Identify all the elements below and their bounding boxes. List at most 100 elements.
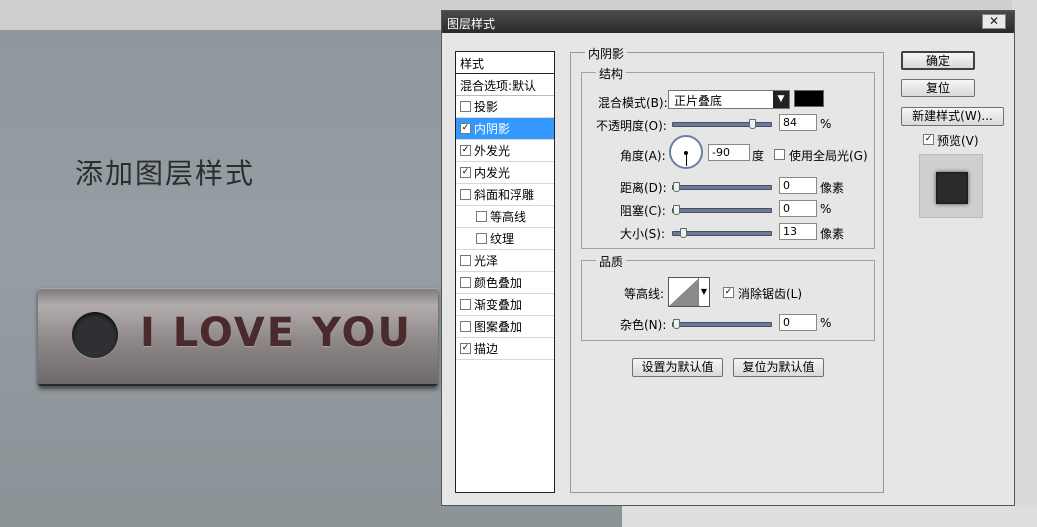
style-item-label: 内发光 <box>474 166 511 180</box>
style-item-label: 颜色叠加 <box>474 276 523 290</box>
style-item-label: 渐变叠加 <box>474 298 523 312</box>
style-item-checkbox[interactable] <box>460 321 471 332</box>
set-default-button[interactable]: 设置为默认值 <box>632 358 723 377</box>
styled-button-graphic: I LOVE YOU <box>38 288 438 386</box>
style-item-label: 投影 <box>474 100 499 114</box>
angle-dial[interactable] <box>669 135 703 169</box>
button-text: I LOVE YOU <box>140 310 413 356</box>
size-slider[interactable] <box>672 228 772 238</box>
dialog-titlebar[interactable]: 图层样式 ✕ <box>442 11 1014 33</box>
style-item[interactable]: 投影 <box>456 96 554 118</box>
distance-label: 距离(D): <box>620 181 667 195</box>
opacity-label: 不透明度(O): <box>596 119 667 133</box>
style-item[interactable]: 渐变叠加 <box>456 294 554 316</box>
style-item-checkbox[interactable] <box>460 299 471 310</box>
blending-options-item[interactable]: 混合选项:默认 <box>456 74 554 96</box>
style-item[interactable]: 斜面和浮雕 <box>456 184 554 206</box>
styles-header[interactable]: 样式 <box>456 52 554 74</box>
style-item-checkbox[interactable]: ✓ <box>460 123 471 134</box>
antialias-checkbox[interactable]: ✓ <box>723 287 734 298</box>
antialias-label: 消除锯齿(L) <box>738 287 803 301</box>
opacity-slider-thumb[interactable] <box>749 119 756 129</box>
style-item-label: 图案叠加 <box>474 320 523 334</box>
new-style-button[interactable]: 新建样式(W)... <box>901 107 1004 126</box>
size-label: 大小(S): <box>620 227 666 241</box>
contour-picker[interactable]: ▼ <box>668 277 710 307</box>
contour-curve-icon <box>669 278 699 306</box>
style-item-checkbox[interactable] <box>476 233 487 244</box>
choke-unit: % <box>820 202 832 216</box>
chevron-down-icon: ▼ <box>698 278 709 306</box>
style-item[interactable]: ✓ 外发光 <box>456 140 554 162</box>
angle-label: 角度(A): <box>620 149 666 163</box>
button-circle <box>72 312 118 358</box>
style-item-checkbox[interactable]: ✓ <box>460 167 471 178</box>
noise-input[interactable]: 0 <box>779 314 817 331</box>
blend-mode-select[interactable]: 正片叠底 ▼ <box>668 90 790 109</box>
canvas-title-text: 添加图层样式 <box>75 157 256 190</box>
style-item-checkbox[interactable] <box>460 101 471 112</box>
opacity-input[interactable]: 84 <box>779 114 817 131</box>
style-item[interactable]: ✓ 内发光 <box>456 162 554 184</box>
noise-slider[interactable] <box>672 319 772 329</box>
style-item-checkbox[interactable]: ✓ <box>460 145 471 156</box>
quality-title: 品质 <box>596 253 627 270</box>
blend-mode-value: 正片叠底 <box>674 94 723 108</box>
angle-dial-needle <box>686 153 687 166</box>
inner-shadow-panel: 内阴影 结构 混合模式(B): 正片叠底 ▼ 不透明度(O): 84 % 角度(… <box>570 45 884 493</box>
choke-input[interactable]: 0 <box>779 200 817 217</box>
close-button[interactable]: ✕ <box>982 14 1006 29</box>
preview-swatch <box>936 172 968 204</box>
style-item-label: 斜面和浮雕 <box>474 188 535 202</box>
close-icon: ✕ <box>988 14 1000 28</box>
style-item-label: 光泽 <box>474 254 499 268</box>
style-preview-thumbnail <box>919 154 983 218</box>
size-input[interactable]: 13 <box>779 223 817 240</box>
reset-default-button[interactable]: 复位为默认值 <box>733 358 824 377</box>
workspace-bottom-strip <box>622 505 1037 527</box>
size-slider-thumb[interactable] <box>680 228 687 238</box>
style-item[interactable]: 等高线 <box>456 206 554 228</box>
choke-slider-thumb[interactable] <box>673 205 680 215</box>
noise-slider-thumb[interactable] <box>673 319 680 329</box>
opacity-slider[interactable] <box>672 119 772 129</box>
style-item-label: 外发光 <box>474 144 511 158</box>
quality-group: 品质 等高线: ▼ ✓ 消除锯齿(L) 杂色(N): 0 % <box>581 253 875 341</box>
ok-button[interactable]: 确定 <box>901 51 975 70</box>
style-item-checkbox[interactable] <box>460 255 471 266</box>
choke-slider[interactable] <box>672 205 772 215</box>
size-unit: 像素 <box>820 227 845 241</box>
angle-input[interactable]: -90 <box>708 144 750 161</box>
style-item[interactable]: 颜色叠加 <box>456 272 554 294</box>
style-item[interactable]: ✓ 内阴影 <box>456 118 554 140</box>
panel-title: 内阴影 <box>585 45 628 62</box>
style-item[interactable]: ✓ 描边 <box>456 338 554 360</box>
style-item[interactable]: 图案叠加 <box>456 316 554 338</box>
structure-group: 结构 混合模式(B): 正片叠底 ▼ 不透明度(O): 84 % 角度(A): … <box>581 65 875 249</box>
contour-label: 等高线: <box>624 287 665 301</box>
style-item-label: 内阴影 <box>474 122 511 136</box>
structure-title: 结构 <box>596 65 627 82</box>
preview-label: 预览(V) <box>937 134 979 148</box>
style-item-checkbox[interactable]: ✓ <box>460 343 471 354</box>
dialog-title: 图层样式 <box>447 17 496 31</box>
style-item[interactable]: 纹理 <box>456 228 554 250</box>
reset-button[interactable]: 复位 <box>901 79 975 97</box>
style-item[interactable]: 光泽 <box>456 250 554 272</box>
preview-checkbox[interactable]: ✓ <box>923 134 934 145</box>
distance-slider[interactable] <box>672 182 772 192</box>
shadow-color-swatch[interactable] <box>794 90 824 107</box>
style-item-checkbox[interactable] <box>476 211 487 222</box>
style-item-checkbox[interactable] <box>460 189 471 200</box>
opacity-unit: % <box>820 117 832 131</box>
global-light-checkbox[interactable] <box>774 149 785 160</box>
style-item-checkbox[interactable] <box>460 277 471 288</box>
distance-input[interactable]: 0 <box>779 177 817 194</box>
workspace-right-strip <box>1012 0 1037 527</box>
distance-unit: 像素 <box>820 181 845 195</box>
chevron-down-icon: ▼ <box>773 91 789 108</box>
distance-slider-thumb[interactable] <box>673 182 680 192</box>
style-item-label: 描边 <box>474 342 499 356</box>
angle-unit: 度 <box>752 149 765 163</box>
noise-unit: % <box>820 316 832 330</box>
